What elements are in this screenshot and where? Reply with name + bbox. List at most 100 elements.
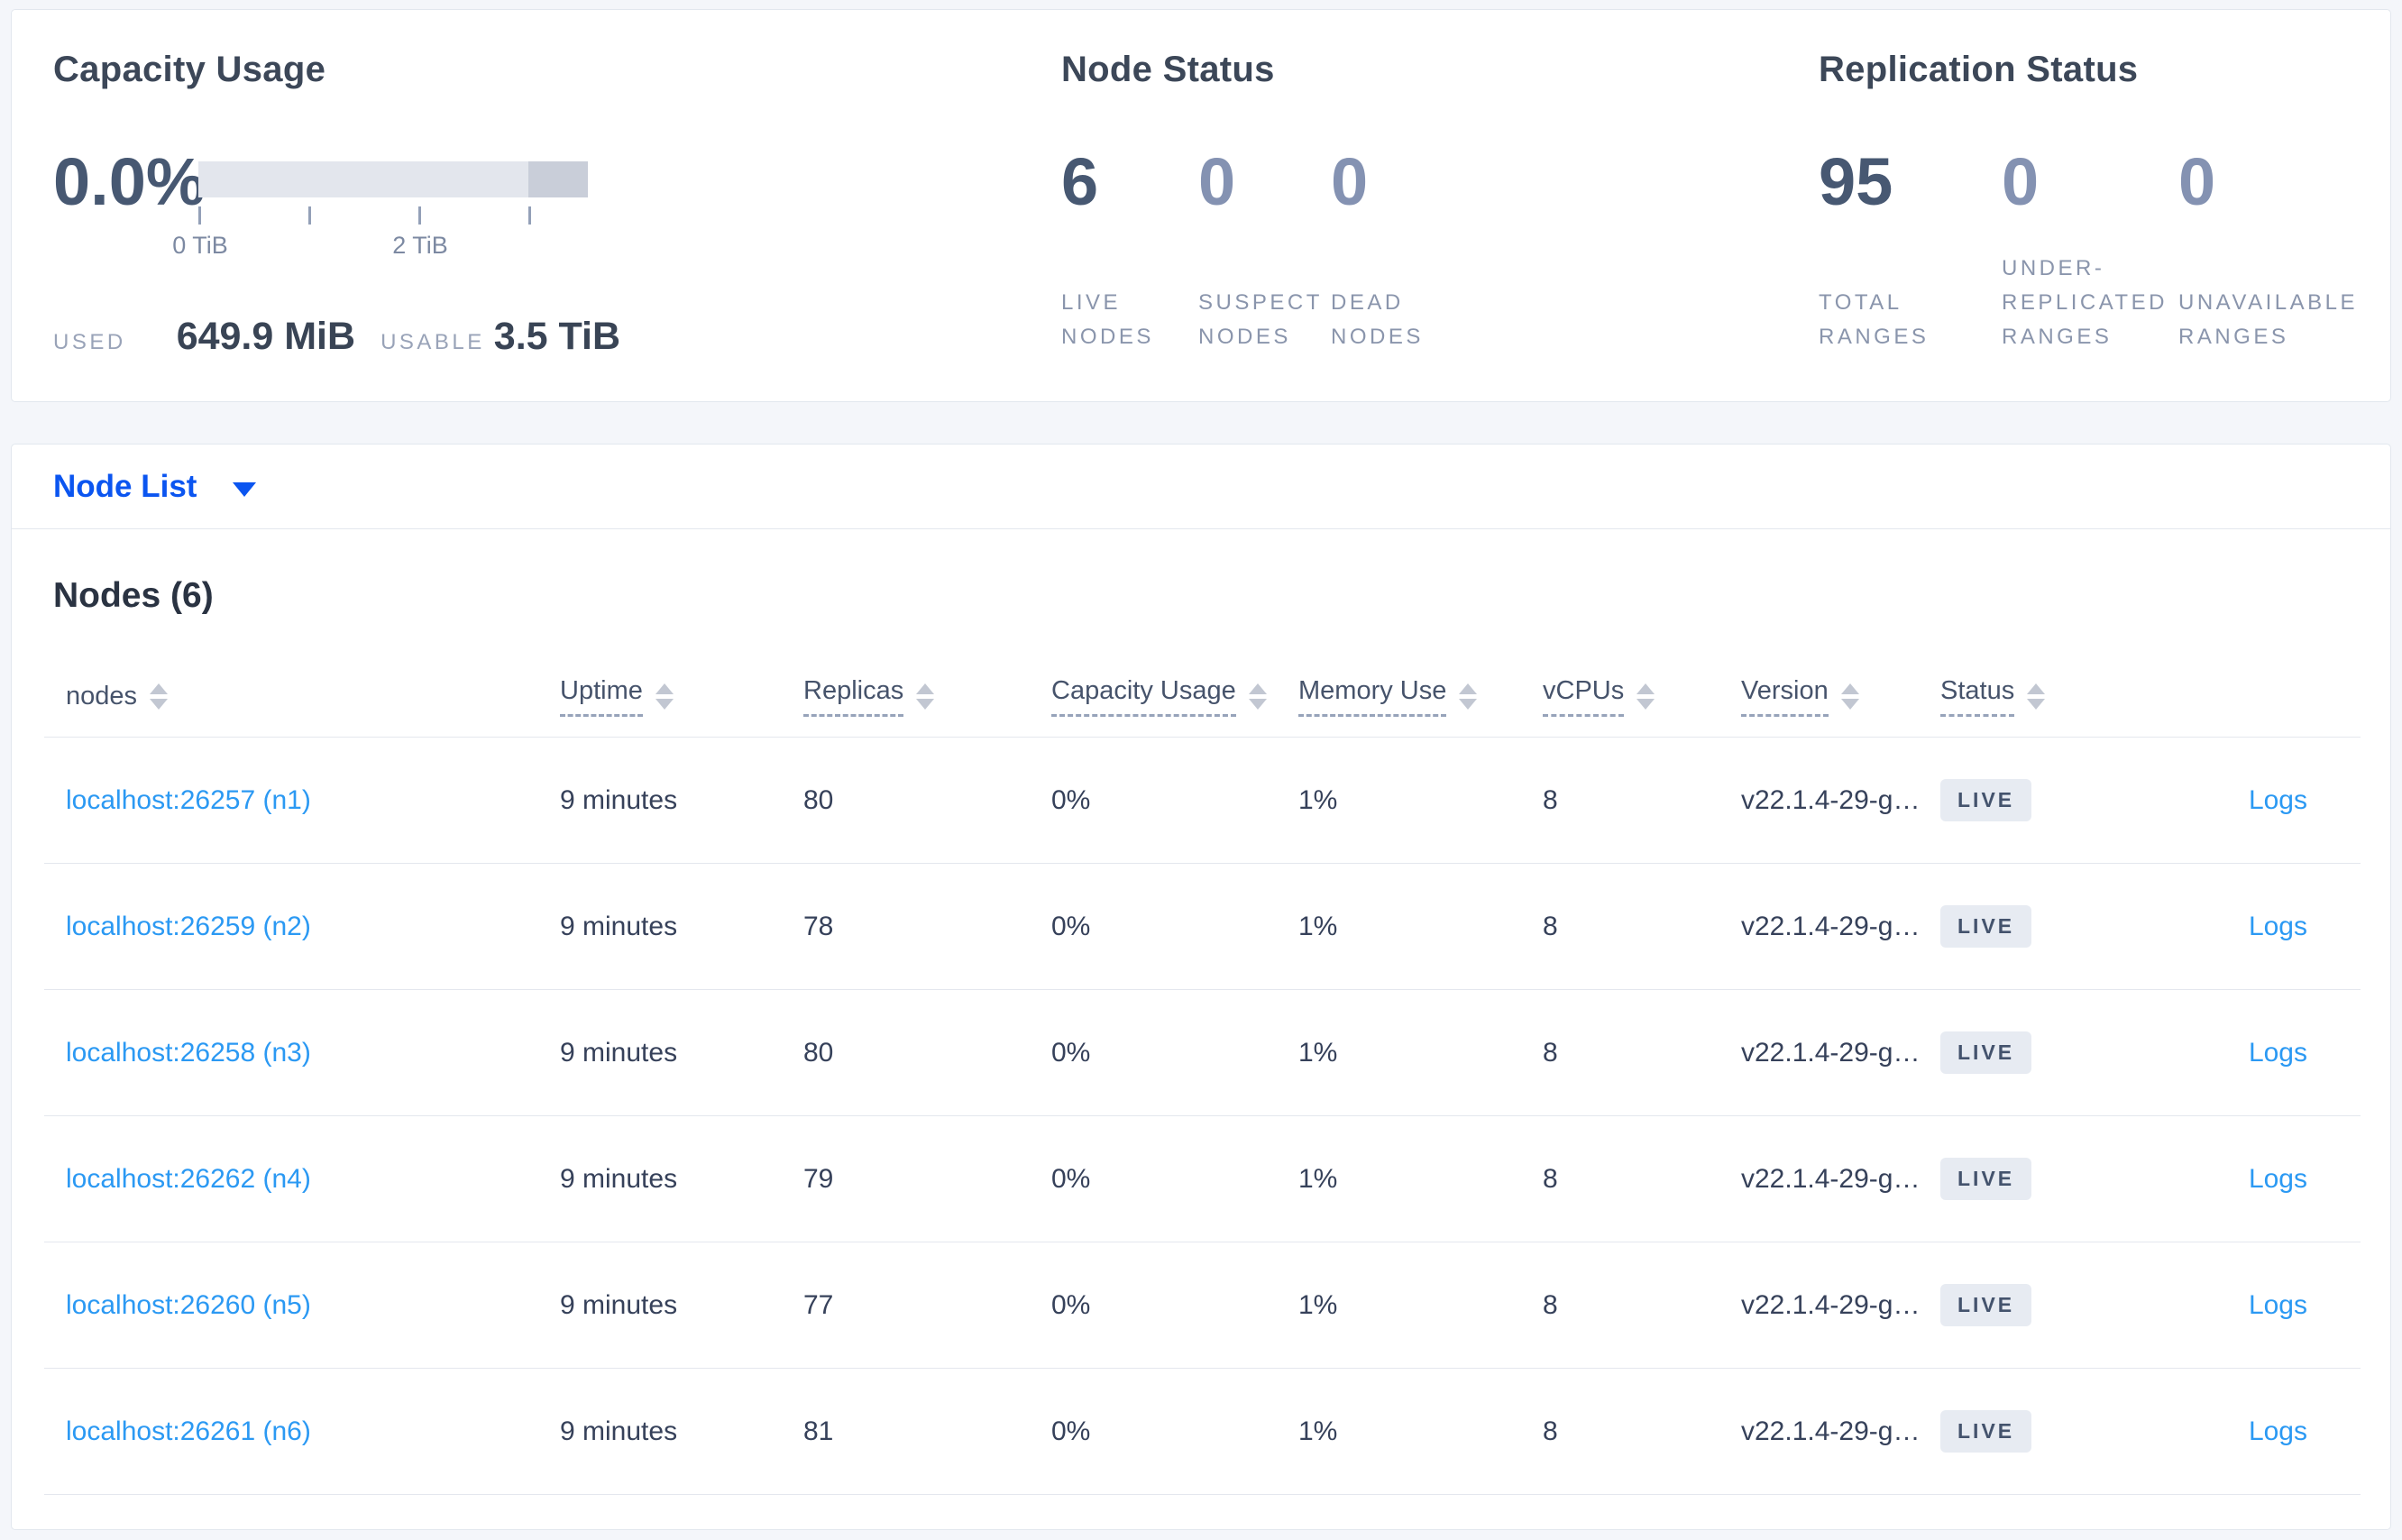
sort-icon[interactable] [1459,683,1478,710]
axis-tick [198,206,201,225]
node-address-link[interactable]: localhost:26261 (n6) [66,1416,311,1446]
table-row: localhost:26261 (n6) 9 minutes 81 0% 1% 8 v22.… [44,1369,2361,1495]
node-address-link[interactable]: localhost:26257 (n1) [66,785,311,815]
unavailable-ranges-value: 0 [2178,144,2216,219]
capacity-used-usable-row: USED 649.9 MiB USABLE 3.5 TiB [53,315,620,359]
status-cell: LIVE [1940,1158,2131,1200]
column-label-uptime: Uptime [560,676,643,717]
status-badge: LIVE [1940,905,2032,948]
status-badge: LIVE [1940,1158,2032,1200]
dead-nodes-label: DEAD NODES [1331,290,1424,349]
column-header-version[interactable]: Version [1741,676,1940,717]
memory-use-cell: 1% [1298,1163,1338,1194]
table-row: localhost:26258 (n3) 9 minutes 80 0% 1% 8 v22.… [44,990,2361,1116]
dead-nodes-value: 0 [1331,144,1369,219]
usable-value: 3.5 TiB [493,315,620,358]
uptime-cell: 9 minutes [560,1163,678,1194]
version-cell: v22.1.4-29-g… [1741,912,1940,942]
column-label-capacity: Capacity Usage [1051,676,1236,717]
total-ranges-label: TOTAL RANGES [1819,290,1930,349]
memory-use-cell: 1% [1298,784,1338,815]
memory-use-cell: 1% [1298,1037,1338,1068]
capacity-percent-value: 0.0% [53,144,206,219]
nodes-table: nodes Uptime Replicas Capacity Usage Memory … [44,656,2361,1495]
version-cell: v22.1.4-29-g… [1741,1290,1940,1321]
status-cell: LIVE [1940,1284,2131,1326]
sort-icon[interactable] [150,683,169,710]
sort-icon[interactable] [916,683,935,710]
logs-link[interactable]: Logs [2249,1290,2307,1320]
under-replicated-ranges-value: 0 [2002,144,2040,219]
sort-icon[interactable] [655,683,674,710]
vcpus-cell: 8 [1543,784,1558,815]
table-body: localhost:26257 (n1) 9 minutes 80 0% 1% 8 v22.… [44,738,2361,1495]
uptime-cell: 9 minutes [560,1037,678,1068]
live-nodes-value: 6 [1061,144,1099,219]
axis-tick [418,206,421,225]
column-header-replicas[interactable]: Replicas [803,676,1051,717]
node-address-link[interactable]: localhost:26259 (n2) [66,912,311,941]
vcpus-cell: 8 [1543,1289,1558,1320]
logs-link[interactable]: Logs [2249,1164,2307,1194]
logs-link[interactable]: Logs [2249,785,2307,815]
total-ranges-stat: 95 TOTAL RANGES [1819,144,1926,401]
column-label-status: Status [1940,676,2015,717]
node-address-link[interactable]: localhost:26258 (n3) [66,1038,311,1068]
under-replicated-ranges-stat: 0 UNDER- REPLICATED RANGES [2002,144,2164,401]
sort-icon[interactable] [2027,683,2046,710]
column-header-status[interactable]: Status [1940,676,2131,717]
node-address-link[interactable]: localhost:26262 (n4) [66,1164,311,1194]
version-text: v22.1.4-29-g… [1741,1163,1921,1194]
logs-link[interactable]: Logs [2249,912,2307,941]
node-address-cell: localhost:26258 (n3) [44,1038,560,1068]
column-header-memory[interactable]: Memory Use [1298,676,1543,717]
version-text: v22.1.4-29-g… [1741,1416,1921,1446]
column-header-nodes[interactable]: nodes [44,682,560,711]
capacity-usage-cell: 0% [1051,1163,1091,1194]
column-header-vcpus[interactable]: vCPUs [1543,676,1741,717]
axis-tick-label: 2 TiB [392,232,448,259]
node-list-dropdown[interactable]: Node List [53,469,197,505]
column-label-vcpus: vCPUs [1543,676,1625,717]
table-row: localhost:26259 (n2) 9 minutes 78 0% 1% 8 v22.… [44,864,2361,990]
column-label-version: Version [1741,676,1829,717]
total-ranges-value: 95 [1819,144,1893,219]
chevron-down-icon[interactable] [233,481,257,497]
status-badge: LIVE [1940,1284,2032,1326]
version-cell: v22.1.4-29-g… [1741,1416,1940,1447]
replicas-cell: 78 [803,911,834,941]
used-label: USED [53,330,126,354]
replicas-cell: 80 [803,1037,834,1068]
replicas-cell: 81 [803,1416,834,1446]
sort-icon[interactable] [1840,683,1859,710]
status-badge: LIVE [1940,1031,2032,1074]
status-cell: LIVE [1940,1410,2131,1453]
logs-link[interactable]: Logs [2249,1038,2307,1068]
version-text: v22.1.4-29-g… [1741,1289,1921,1320]
version-cell: v22.1.4-29-g… [1741,785,1940,816]
vcpus-cell: 8 [1543,911,1558,941]
logs-cell: Logs [2131,1290,2361,1321]
sort-icon[interactable] [1636,683,1655,710]
logs-link[interactable]: Logs [2249,1416,2307,1446]
column-header-capacity[interactable]: Capacity Usage [1051,676,1298,717]
logs-cell: Logs [2131,1164,2361,1195]
capacity-bar-usable-segment [198,161,528,197]
memory-use-cell: 1% [1298,1416,1338,1446]
axis-tick [308,206,311,225]
status-badge: LIVE [1940,779,2032,821]
suspect-nodes-value: 0 [1198,144,1236,219]
replicas-cell: 77 [803,1289,834,1320]
memory-use-cell: 1% [1298,911,1338,941]
node-address-link[interactable]: localhost:26260 (n5) [66,1290,311,1320]
sort-icon[interactable] [1248,683,1267,710]
logs-cell: Logs [2131,912,2361,942]
column-label-nodes: nodes [66,682,138,710]
capacity-usage-bar: 0 TiB 2 TiB [172,161,588,259]
capacity-bar-other-segment [528,161,588,197]
version-cell: v22.1.4-29-g… [1741,1164,1940,1195]
node-status-title: Node Status [1061,50,1275,89]
version-text: v22.1.4-29-g… [1741,911,1921,941]
logs-cell: Logs [2131,1416,2361,1447]
column-header-uptime[interactable]: Uptime [560,676,803,717]
